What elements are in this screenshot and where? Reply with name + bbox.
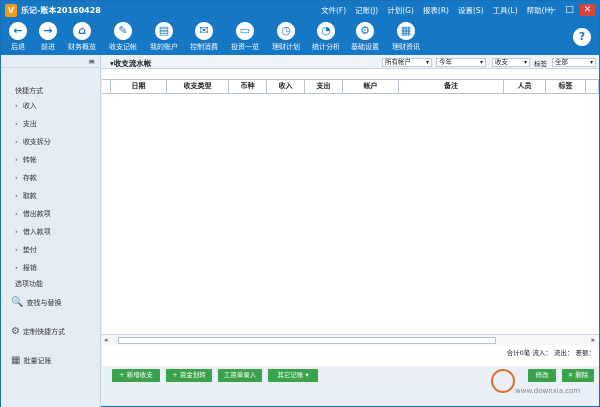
- hamburger-menu-icon[interactable]: ≡: [88, 57, 95, 66]
- minimize-button[interactable]: —: [544, 4, 559, 16]
- menu-record[interactable]: 记账(J): [355, 5, 378, 16]
- title-bar: V 乐记-账本20160428 文件(F) 记账(J) 计划(G) 报表(R) …: [1, 1, 599, 21]
- monitor-icon: ▭: [236, 22, 254, 40]
- toolbar-invest-button[interactable]: ▭ 投资一览: [231, 22, 259, 52]
- main-toolbar: ← 后退 → 前进 ⌂ 财务概览 ✎ 收支记帐 ▤ 我的账户 ✉ 控制消费 ▭ 投资一览 ◷ 理…: [1, 21, 599, 55]
- window-controls: — □ ✕: [544, 4, 595, 16]
- tag-select[interactable]: 全部 ▾: [552, 58, 596, 67]
- transfer-funds-button[interactable]: + 资金划转: [166, 369, 212, 382]
- payroll-entry-button[interactable]: 工资单录入: [218, 369, 262, 382]
- page-title[interactable]: ▾收支流水帐: [110, 58, 151, 69]
- toolbar-forward-button[interactable]: → 前进: [39, 22, 57, 52]
- toolbar-news-button[interactable]: ▦ 理财资讯: [392, 22, 420, 52]
- chevron-down-icon: ▾: [523, 59, 527, 66]
- menu-plan[interactable]: 计划(G): [387, 5, 414, 16]
- chevron-down-icon: ▾: [425, 59, 429, 66]
- toolbar-back-button[interactable]: ← 后退: [9, 22, 27, 52]
- clock-icon: ◷: [277, 22, 295, 40]
- sidebar-item-transfer[interactable]: › 转帐: [15, 155, 37, 165]
- app-window: V 乐记-账本20160428 文件(F) 记账(J) 计划(G) 报表(R) …: [0, 0, 600, 407]
- find-replace-button[interactable]: 🔍 查找与替换: [11, 297, 61, 308]
- gear-icon: ⚙: [11, 326, 20, 337]
- sidebar-item-lend[interactable]: › 借出款项: [15, 209, 51, 219]
- sidebar: ≡ 快捷方式 › 收入 › 支出 › 收支拆分 › 转帐 › 存款 › 取款 › 借出款项 ›…: [1, 55, 101, 407]
- watermark: www.downxia.com: [491, 367, 591, 403]
- sidebar-section-options: 选项功能: [15, 280, 43, 288]
- totals-summary: 合计0笔 流入： 流出： 差额：: [506, 349, 595, 357]
- sidebar-item-withdraw[interactable]: › 取款: [15, 191, 37, 201]
- scroll-right-icon[interactable]: ▸: [591, 336, 595, 344]
- chevron-down-icon: ▾: [589, 59, 593, 66]
- maximize-button[interactable]: □: [562, 4, 577, 16]
- column-header[interactable]: 收支类型: [166, 80, 228, 93]
- period-select[interactable]: 今年 ▾: [436, 58, 486, 67]
- column-header[interactable]: 收入: [266, 80, 304, 93]
- column-header[interactable]: 备注: [398, 80, 503, 93]
- sidebar-item-advance[interactable]: › 垫付: [15, 245, 37, 255]
- batch-record-button[interactable]: ▦ 批量记账: [11, 355, 51, 366]
- column-header[interactable]: 标签: [545, 80, 585, 93]
- app-logo-icon: V: [5, 4, 17, 17]
- column-header: [585, 80, 599, 93]
- column-header[interactable]: 人员: [503, 80, 545, 93]
- add-transaction-button[interactable]: + 新增收支: [112, 369, 160, 382]
- column-header[interactable]: 支出: [304, 80, 342, 93]
- home-icon: ⌂: [73, 22, 91, 40]
- keyboard-icon: ▦: [397, 22, 415, 40]
- other-records-button[interactable]: 其它记账 ▾: [268, 369, 318, 382]
- filter-bar: ▾收支流水帐 所有帐户 ▾ 今年 ▾ 收支 ▾ 标签 全部 ▾: [102, 55, 599, 69]
- sidebar-item-borrow[interactable]: › 借入款项: [15, 227, 51, 237]
- toolbar-record-button[interactable]: ✎ 收支记帐: [109, 22, 137, 52]
- sidebar-item-deposit[interactable]: › 存款: [15, 173, 37, 183]
- account-select[interactable]: 所有帐户 ▾: [382, 58, 432, 67]
- scrollbar-thumb[interactable]: [118, 337, 496, 344]
- window-title: 乐记-账本20160428: [21, 6, 101, 15]
- sidebar-header: ≡: [1, 55, 100, 68]
- close-button[interactable]: ✕: [580, 4, 595, 16]
- toolbar-overview-button[interactable]: ⌂ 财务概览: [68, 22, 96, 52]
- watermark-text: www.downxia.com: [515, 387, 581, 395]
- toolbar-control-button[interactable]: ✉ 控制消费: [190, 22, 218, 52]
- toolbar-plan-button[interactable]: ◷ 理财计划: [272, 22, 300, 52]
- main-panel: ▾收支流水帐 所有帐户 ▾ 今年 ▾ 收支 ▾ 标签 全部 ▾ 日期 收支类型 币种 收…: [102, 55, 599, 366]
- pen-icon: ✎: [114, 22, 132, 40]
- toolbar-stats-button[interactable]: ◔ 统计分析: [312, 22, 340, 52]
- sidebar-item-income[interactable]: › 收入: [15, 101, 37, 111]
- chevron-down-icon: ▾: [479, 59, 483, 66]
- column-header[interactable]: 日期: [110, 80, 166, 93]
- toolbar-accounts-button[interactable]: ▤ 我的账户: [150, 22, 178, 52]
- pie-chart-icon: ◔: [317, 22, 335, 40]
- sidebar-item-expense[interactable]: › 支出: [15, 119, 37, 129]
- watermark-logo-icon: [491, 369, 515, 393]
- envelope-icon: ✉: [195, 22, 213, 40]
- menu-settings[interactable]: 设置(S): [458, 5, 484, 16]
- menu-report[interactable]: 报表(R): [423, 5, 449, 16]
- menu-file[interactable]: 文件(F): [321, 5, 346, 16]
- column-header[interactable]: 帐户: [342, 80, 398, 93]
- scroll-left-icon[interactable]: ◂: [104, 336, 108, 344]
- forward-arrow-icon: →: [39, 22, 57, 40]
- menu-bar: 文件(F) 记账(J) 计划(G) 报表(R) 设置(S) 工具(L) 帮助(H…: [321, 5, 553, 16]
- customize-shortcuts-button[interactable]: ⚙ 定制快捷方式: [11, 326, 65, 337]
- book-icon: ▤: [155, 22, 173, 40]
- menu-tools[interactable]: 工具(L): [493, 5, 518, 16]
- gear-icon: ⚙: [356, 22, 374, 40]
- tag-label: 标签: [534, 60, 547, 68]
- back-arrow-icon: ←: [9, 22, 27, 40]
- horizontal-scrollbar[interactable]: ◂ ▸: [102, 334, 599, 345]
- type-select[interactable]: 收支 ▾: [492, 58, 530, 67]
- toolbar-settings-button[interactable]: ⚙ 基础设置: [351, 22, 379, 52]
- column-header[interactable]: 币种: [228, 80, 266, 93]
- table-header: 日期 收支类型 币种 收入 支出 帐户 备注 人员 标签: [102, 79, 599, 94]
- grid-icon: ▦: [11, 355, 21, 366]
- search-icon: 🔍: [11, 297, 24, 308]
- help-icon[interactable]: ?: [573, 28, 591, 46]
- sidebar-item-reimburse[interactable]: › 报销: [15, 263, 37, 273]
- sidebar-item-split[interactable]: › 收支拆分: [15, 137, 51, 147]
- sidebar-section-shortcuts: 快捷方式: [15, 87, 43, 95]
